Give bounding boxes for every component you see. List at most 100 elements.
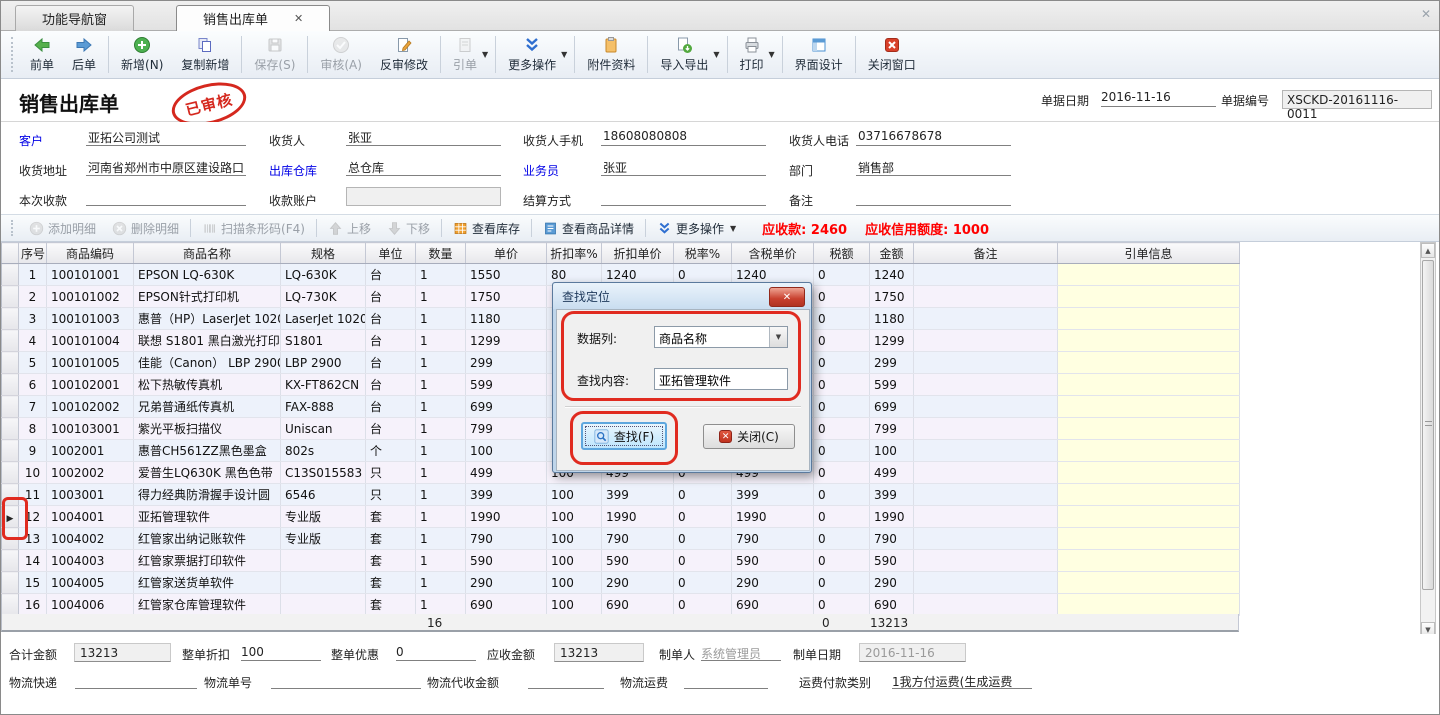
cell-price[interactable]: 1299 [466, 330, 547, 352]
cell-seq[interactable]: 2 [19, 286, 47, 308]
cell-discount_price[interactable]: 290 [602, 572, 674, 594]
logistics-no-field[interactable] [271, 673, 421, 689]
cell-code[interactable]: 1002002 [47, 462, 134, 484]
settlement-field[interactable] [601, 189, 766, 206]
cell-amount[interactable]: 790 [870, 528, 914, 550]
table-row[interactable]: 161004006红管家仓库管理软件套169010069006900690 [2, 594, 1240, 616]
cell-price_with_tax[interactable]: 399 [732, 484, 814, 506]
cell-unit[interactable]: 个 [366, 440, 416, 462]
cell-spec[interactable]: 专业版 [281, 528, 366, 550]
cell-name[interactable]: 红管家票据打印软件 [134, 550, 281, 572]
data-column-select[interactable]: 商品名称 ▼ [654, 326, 788, 348]
cell-name[interactable]: EPSON LQ-630K [134, 264, 281, 286]
cell-seq[interactable]: 14 [19, 550, 47, 572]
cell-amount[interactable]: 1180 [870, 308, 914, 330]
cell-code[interactable]: 1004003 [47, 550, 134, 572]
cell-discount_rate[interactable]: 100 [547, 594, 602, 616]
row-selector[interactable] [2, 264, 19, 286]
row-selector[interactable] [2, 462, 19, 484]
cell-seq[interactable]: 4 [19, 330, 47, 352]
col-header-tax_rate[interactable]: 税率% [674, 243, 732, 264]
cell-price[interactable]: 1550 [466, 264, 547, 286]
cell-price[interactable]: 1750 [466, 286, 547, 308]
chevron-down-icon[interactable]: ▼ [730, 224, 736, 233]
cell-ref_info[interactable] [1058, 374, 1240, 396]
cell-remark[interactable] [914, 264, 1058, 286]
cell-spec[interactable]: LBP 2900 [281, 352, 366, 374]
cell-unit[interactable]: 台 [366, 264, 416, 286]
cell-code[interactable]: 100102002 [47, 396, 134, 418]
cell-seq[interactable]: 13 [19, 528, 47, 550]
save-button[interactable]: 保存(S) [245, 31, 304, 78]
cell-code[interactable]: 100101002 [47, 286, 134, 308]
cell-unit[interactable]: 台 [366, 286, 416, 308]
next-doc-button[interactable]: 后单 [63, 31, 105, 78]
cell-tax[interactable]: 0 [814, 440, 870, 462]
cell-code[interactable]: 1004001 [47, 506, 134, 528]
cell-seq[interactable]: 8 [19, 418, 47, 440]
vertical-scrollbar[interactable]: ▲ ▼ [1420, 242, 1436, 638]
cell-qty[interactable]: 1 [416, 528, 466, 550]
cell-discount_rate[interactable]: 100 [547, 550, 602, 572]
cell-code[interactable]: 1004005 [47, 572, 134, 594]
move-up-button[interactable]: 上移 [320, 217, 379, 239]
cell-unit[interactable]: 套 [366, 594, 416, 616]
cell-spec[interactable]: 802s [281, 440, 366, 462]
cell-remark[interactable] [914, 352, 1058, 374]
cell-amount[interactable]: 599 [870, 374, 914, 396]
row-selector[interactable] [2, 418, 19, 440]
cell-ref_info[interactable] [1058, 308, 1240, 330]
cell-price[interactable]: 699 [466, 396, 547, 418]
cell-amount[interactable]: 299 [870, 352, 914, 374]
cell-remark[interactable] [914, 528, 1058, 550]
warehouse-field[interactable]: 总仓库 [346, 159, 501, 176]
cell-ref_info[interactable] [1058, 550, 1240, 572]
cell-tax[interactable]: 0 [814, 396, 870, 418]
cell-remark[interactable] [914, 440, 1058, 462]
cell-name[interactable]: 松下热敏传真机 [134, 374, 281, 396]
cell-qty[interactable]: 1 [416, 264, 466, 286]
cell-discount_rate[interactable]: 100 [547, 484, 602, 506]
cell-discount_price[interactable]: 790 [602, 528, 674, 550]
cell-price[interactable]: 790 [466, 528, 547, 550]
logistics-express-field[interactable] [75, 673, 197, 689]
col-header-unit[interactable]: 单位 [366, 243, 416, 264]
cell-code[interactable]: 100101004 [47, 330, 134, 352]
cell-ref_info[interactable] [1058, 330, 1240, 352]
table-row[interactable]: 141004003红管家票据打印软件套159010059005900590 [2, 550, 1240, 572]
new-button[interactable]: 新增(N) [112, 31, 172, 78]
cell-price[interactable]: 399 [466, 484, 547, 506]
audit-button[interactable]: 审核(A) [311, 31, 371, 78]
cell-discount_rate[interactable]: 100 [547, 506, 602, 528]
payment-field[interactable] [86, 189, 246, 206]
row-selector[interactable]: ▶ [2, 506, 19, 528]
row-selector[interactable] [2, 440, 19, 462]
ref-doc-button[interactable]: 引单 [444, 31, 486, 78]
cell-spec[interactable]: Uniscan [281, 418, 366, 440]
cell-unit[interactable]: 套 [366, 572, 416, 594]
cell-spec[interactable]: S1801 [281, 330, 366, 352]
dialog-cancel-button[interactable]: ✕ 关闭(C) [703, 424, 795, 449]
cell-code[interactable]: 100101001 [47, 264, 134, 286]
cell-qty[interactable]: 1 [416, 550, 466, 572]
col-header-name[interactable]: 商品名称 [134, 243, 281, 264]
reverse-audit-button[interactable]: 反审修改 [371, 31, 437, 78]
cell-seq[interactable]: 9 [19, 440, 47, 462]
cell-tax[interactable]: 0 [814, 352, 870, 374]
table-row[interactable]: ▶121004001亚拓管理软件专业版套11990100199001990019… [2, 506, 1240, 528]
cell-qty[interactable]: 1 [416, 286, 466, 308]
ui-design-button[interactable]: 界面设计 [786, 31, 852, 78]
col-header-spec[interactable]: 规格 [281, 243, 366, 264]
cell-spec[interactable] [281, 594, 366, 616]
cell-price[interactable]: 1990 [466, 506, 547, 528]
cell-tax_rate[interactable]: 0 [674, 506, 732, 528]
cell-remark[interactable] [914, 550, 1058, 572]
cell-spec[interactable] [281, 572, 366, 594]
cell-code[interactable]: 100103001 [47, 418, 134, 440]
cell-unit[interactable]: 套 [366, 550, 416, 572]
order-preferential-field[interactable]: 0 [396, 645, 476, 661]
row-selector[interactable] [2, 352, 19, 374]
cell-code[interactable]: 100102001 [47, 374, 134, 396]
cell-name[interactable]: 惠普CH561ZZ黑色墨盒 [134, 440, 281, 462]
cell-remark[interactable] [914, 308, 1058, 330]
